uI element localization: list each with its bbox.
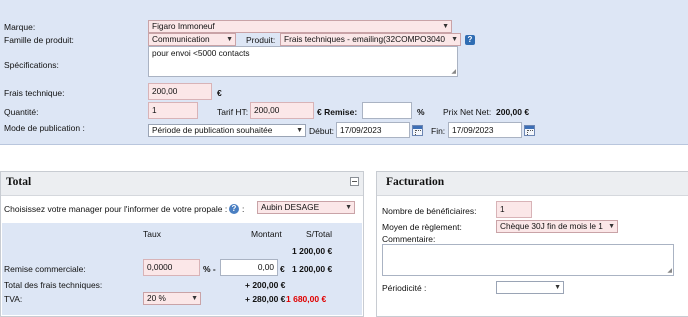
- resize-handle-icon[interactable]: ◢: [667, 267, 672, 274]
- chevron-down-icon: ▼: [296, 127, 303, 134]
- resize-handle-icon[interactable]: ◢: [451, 68, 456, 75]
- reglement-select-value: Chèque 30J fin de mois le 1: [500, 221, 603, 231]
- tva-montant: + 280,00 €: [245, 294, 286, 304]
- produit-select-value: Frais techniques - emailing(32COMPO3040: [284, 34, 445, 44]
- specifications-value: pour envoi <5000 contacts: [152, 48, 250, 58]
- debut-date-input[interactable]: 17/09/2023: [336, 122, 410, 138]
- produit-select[interactable]: Frais techniques - emailing(32COMPO3040 …: [280, 33, 461, 46]
- help-icon[interactable]: ?: [465, 35, 475, 45]
- remise-label: € Remise:: [317, 107, 358, 117]
- specifications-label: Spécifications:: [4, 60, 59, 70]
- total-frais-montant: + 200,00 €: [245, 280, 286, 290]
- beneficiaires-label: Nombre de bénéficiaires:: [382, 206, 477, 216]
- mode-publication-label: Mode de publication :: [4, 123, 85, 133]
- column-montant: Montant: [251, 229, 282, 239]
- commentaire-label: Commentaire:: [382, 234, 436, 244]
- chevron-down-icon: ▼: [345, 204, 352, 211]
- calendar-icon[interactable]: [412, 125, 423, 136]
- mode-publication-value: Période de publication souhaitée: [152, 125, 273, 135]
- facturation-title: Facturation: [386, 176, 445, 188]
- help-icon[interactable]: ?: [229, 204, 239, 214]
- tarif-input[interactable]: 200,00: [250, 102, 314, 119]
- manager-suffix: :: [242, 204, 245, 214]
- manager-label: Choisissez votre manager pour l'informer…: [4, 204, 228, 214]
- remise-commerciale-label: Remise commerciale:: [4, 264, 86, 274]
- manager-select-value: Aubin DESAGE: [261, 202, 320, 212]
- tarif-label: Tarif HT:: [217, 107, 249, 117]
- quantite-input[interactable]: 1: [148, 102, 198, 119]
- fin-label: Fin:: [431, 126, 446, 136]
- total-frais-label: Total des frais techniques:: [4, 280, 103, 290]
- famille-label: Famille de produit:: [4, 35, 74, 45]
- frais-currency: €: [217, 88, 222, 98]
- frais-technique-label: Frais technique:: [4, 88, 65, 98]
- marque-select-value: Figaro Immoneuf: [152, 21, 215, 31]
- calendar-icon[interactable]: [524, 125, 535, 136]
- column-taux: Taux: [143, 229, 161, 239]
- tva-stotal: 1 680,00 €: [286, 294, 327, 304]
- chevron-down-icon: ▼: [226, 36, 233, 43]
- chevron-down-icon: ▼: [191, 295, 198, 302]
- fin-date-input[interactable]: 17/09/2023: [448, 122, 522, 138]
- prix-net-label: Prix Net Net:: [443, 107, 492, 117]
- reglement-select[interactable]: Chèque 30J fin de mois le 1 ▼: [496, 220, 618, 233]
- marque-select[interactable]: Figaro Immoneuf ▼: [148, 20, 452, 33]
- periodicite-select[interactable]: ▼: [496, 281, 564, 294]
- debut-label: Début:: [309, 126, 335, 136]
- chevron-down-icon: ▼: [451, 36, 458, 43]
- remise-stotal: 1 200,00 €: [292, 264, 333, 274]
- reglement-label: Moyen de règlement:: [382, 222, 462, 232]
- quantite-label: Quantité:: [4, 107, 39, 117]
- famille-select[interactable]: Communication ▼: [148, 33, 236, 46]
- tva-label: TVA:: [4, 294, 23, 304]
- commentaire-textarea[interactable]: ◢: [382, 244, 674, 276]
- column-stotal: S/Total: [306, 229, 332, 239]
- remise-currency: €: [280, 264, 285, 274]
- specifications-textarea[interactable]: pour envoi <5000 contacts ◢: [148, 46, 458, 77]
- first-stotal: 1 200,00 €: [292, 246, 333, 256]
- famille-select-value: Communication: [152, 34, 210, 44]
- prix-net-value: 200,00 €: [496, 107, 530, 117]
- minimize-icon[interactable]: [350, 177, 359, 186]
- chevron-down-icon: ▼: [554, 284, 561, 291]
- remise-input[interactable]: [362, 102, 412, 119]
- total-title: Total: [6, 176, 32, 188]
- tva-select-value: 20 %: [147, 293, 166, 303]
- beneficiaires-input[interactable]: 1: [496, 201, 532, 218]
- tva-select[interactable]: 20 % ▼: [143, 292, 201, 305]
- chevron-down-icon: ▼: [442, 23, 449, 30]
- remise-percent-minus: % -: [203, 264, 216, 274]
- periodicite-label: Périodicité :: [382, 283, 427, 293]
- marque-label: Marque:: [4, 22, 36, 32]
- remise-taux-input[interactable]: 0,0000: [143, 259, 200, 276]
- manager-select[interactable]: Aubin DESAGE ▼: [257, 201, 355, 214]
- remise-montant-input[interactable]: 0,00: [220, 259, 278, 276]
- remise-percent: %: [417, 107, 425, 117]
- chevron-down-icon: ▼: [608, 223, 615, 230]
- produit-label: Produit:: [246, 35, 276, 45]
- frais-technique-input[interactable]: 200,00: [148, 83, 212, 100]
- total-box-header: [1, 172, 363, 196]
- mode-publication-select[interactable]: Période de publication souhaitée ▼: [148, 124, 306, 137]
